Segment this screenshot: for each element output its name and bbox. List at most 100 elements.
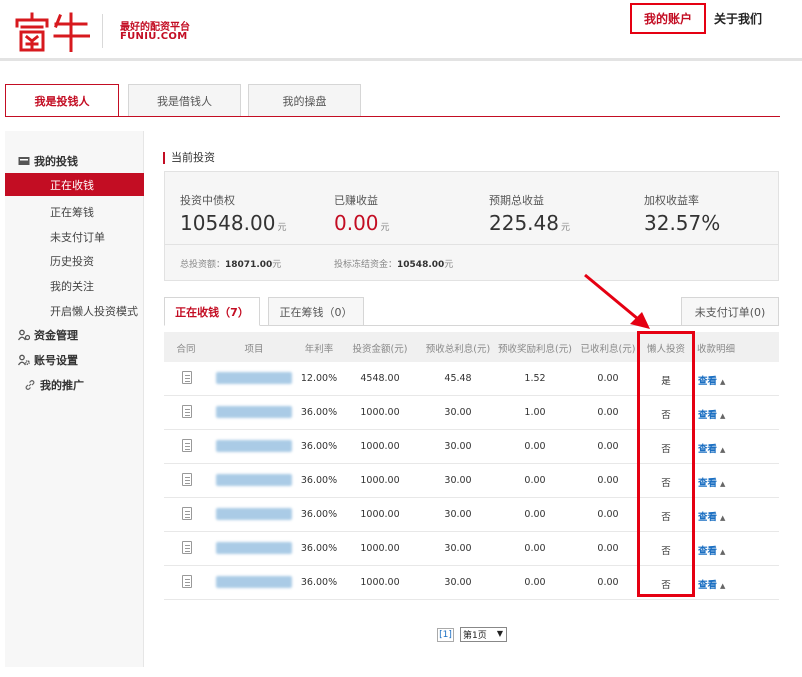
tab-my-trading[interactable]: 我的操盘 <box>248 84 361 117</box>
view-details-link[interactable]: 查看 ▲ <box>698 407 725 421</box>
nav-about-us[interactable]: 关于我们 <box>714 10 762 27</box>
cell-interest: 30.00 <box>444 509 472 520</box>
summary-label-earned: 已赚收益 <box>334 194 378 207</box>
contract-doc-icon[interactable] <box>182 439 192 452</box>
sidebar-item-lazy-mode[interactable]: 开启懒人投资模式 <box>50 303 138 319</box>
role-tabs-underline <box>5 116 780 117</box>
sidebar-group-account-label: 账号设置 <box>34 354 78 367</box>
view-details-link[interactable]: 查看 ▲ <box>698 543 725 557</box>
cell-received: 0.00 <box>597 475 619 486</box>
sidebar-group-promo-label: 我的推广 <box>40 379 84 392</box>
summary-total-label: 总投资额： <box>180 260 226 270</box>
cell-rate: 36.00% <box>300 407 338 418</box>
caret-up-icon: ▲ <box>720 548 726 556</box>
project-name-blurred[interactable] <box>216 508 292 520</box>
tab-investor[interactable]: 我是投钱人 <box>5 84 119 117</box>
view-details-label: 查看 <box>698 444 718 455</box>
pager-current-page[interactable]: [1] <box>437 628 454 642</box>
view-details-label: 查看 <box>698 512 718 523</box>
cell-rate: 36.00% <box>300 475 338 486</box>
tab-raising[interactable]: 正在筹钱（0） <box>268 297 364 326</box>
cell-received: 0.00 <box>597 577 619 588</box>
summary-earned-unit: 元 <box>380 223 390 233</box>
project-name-blurred[interactable] <box>216 474 292 486</box>
view-details-link[interactable]: 查看 ▲ <box>698 509 725 523</box>
sidebar-item-watchlist[interactable]: 我的关注 <box>50 278 94 294</box>
pager-select[interactable]: 第1页 ▼ <box>460 627 507 642</box>
cell-amount: 1000.00 <box>360 577 400 588</box>
cell-amount: 1000.00 <box>360 543 400 554</box>
user-coin-icon <box>18 329 30 341</box>
cell-received: 0.00 <box>597 509 619 520</box>
summary-divider <box>164 244 779 245</box>
view-details-label: 查看 <box>698 478 718 489</box>
project-name-blurred[interactable] <box>216 372 292 384</box>
cell-received: 0.00 <box>597 407 619 418</box>
sidebar-item-unpaid[interactable]: 未支付订单 <box>50 229 105 245</box>
project-name-blurred[interactable] <box>216 542 292 554</box>
tab-borrower[interactable]: 我是借钱人 <box>128 84 241 117</box>
cell-amount: 1000.00 <box>360 509 400 520</box>
caret-up-icon: ▲ <box>720 582 726 590</box>
view-details-link[interactable]: 查看 ▲ <box>698 373 725 387</box>
cell-reward: 0.00 <box>524 543 546 554</box>
summary-label-rate: 加权收益率 <box>644 194 699 207</box>
contract-doc-icon[interactable] <box>182 541 192 554</box>
summary-earned-value: 0.00 <box>334 211 379 235</box>
cell-rate: 36.00% <box>300 441 338 452</box>
sidebar-group-funds-label: 资金管理 <box>34 329 78 342</box>
contract-doc-icon[interactable] <box>182 507 192 520</box>
project-name-blurred[interactable] <box>216 406 292 418</box>
wallet-icon <box>18 157 30 165</box>
caret-up-icon: ▲ <box>720 378 726 386</box>
summary-total-value: 18071.00 <box>225 260 273 270</box>
sidebar-group-invest[interactable]: 我的投钱 <box>18 153 78 169</box>
nav-my-account[interactable]: 我的账户 <box>630 3 706 34</box>
domain-text: FUNIU.COM <box>120 31 188 42</box>
cell-interest: 30.00 <box>444 407 472 418</box>
unpaid-orders-button[interactable]: 未支付订单(0) <box>681 297 779 326</box>
project-name-blurred[interactable] <box>216 440 292 452</box>
cell-received: 0.00 <box>597 441 619 452</box>
sidebar-group-funds[interactable]: 资金管理 <box>18 327 78 343</box>
col-amount: 投资金额(元) <box>352 344 408 355</box>
sidebar-item-collecting[interactable]: 正在收钱 <box>5 173 144 196</box>
cell-amount: 4548.00 <box>360 373 400 384</box>
cell-amount: 1000.00 <box>360 441 400 452</box>
view-details-link[interactable]: 查看 ▲ <box>698 577 725 591</box>
summary-frozen-value: 10548.00 <box>397 260 445 270</box>
col-received: 已收利息(元) <box>580 344 636 355</box>
summary-earned: 0.00 元 <box>334 211 390 235</box>
header-divider <box>0 58 802 61</box>
link-icon <box>25 380 35 390</box>
contract-doc-icon[interactable] <box>182 473 192 486</box>
sidebar-group-account[interactable]: 账号设置 <box>18 352 78 368</box>
user-gear-icon <box>18 354 30 366</box>
cell-interest: 45.48 <box>444 373 472 384</box>
cell-reward: 1.52 <box>524 373 546 384</box>
col-reward: 预收奖励利息(元) <box>498 344 572 355</box>
summary-expected-value: 225.48 <box>489 211 559 235</box>
contract-doc-icon[interactable] <box>182 371 192 384</box>
view-details-link[interactable]: 查看 ▲ <box>698 441 725 455</box>
project-name-blurred[interactable] <box>216 576 292 588</box>
funiu-logo <box>15 12 90 52</box>
sidebar-item-history[interactable]: 历史投资 <box>50 253 94 269</box>
col-interest: 预收总利息(元) <box>425 344 491 355</box>
view-details-link[interactable]: 查看 ▲ <box>698 475 725 489</box>
col-details: 收款明细 <box>696 344 736 355</box>
sidebar-item-raising[interactable]: 正在筹钱 <box>50 204 94 220</box>
cell-interest: 30.00 <box>444 543 472 554</box>
summary-total: 总投资额：18071.00元 <box>180 257 281 270</box>
summary-principal-unit: 元 <box>277 223 287 233</box>
view-details-label: 查看 <box>698 410 718 421</box>
tab-collecting[interactable]: 正在收钱（7） <box>164 297 260 326</box>
summary-label-principal: 投资中债权 <box>180 194 235 207</box>
caret-up-icon: ▲ <box>720 446 726 454</box>
col-rate: 年利率 <box>304 344 334 355</box>
cell-interest: 30.00 <box>444 577 472 588</box>
contract-doc-icon[interactable] <box>182 405 192 418</box>
sidebar-group-promo[interactable]: 我的推广 <box>24 377 84 393</box>
contract-doc-icon[interactable] <box>182 575 192 588</box>
cell-amount: 1000.00 <box>360 407 400 418</box>
